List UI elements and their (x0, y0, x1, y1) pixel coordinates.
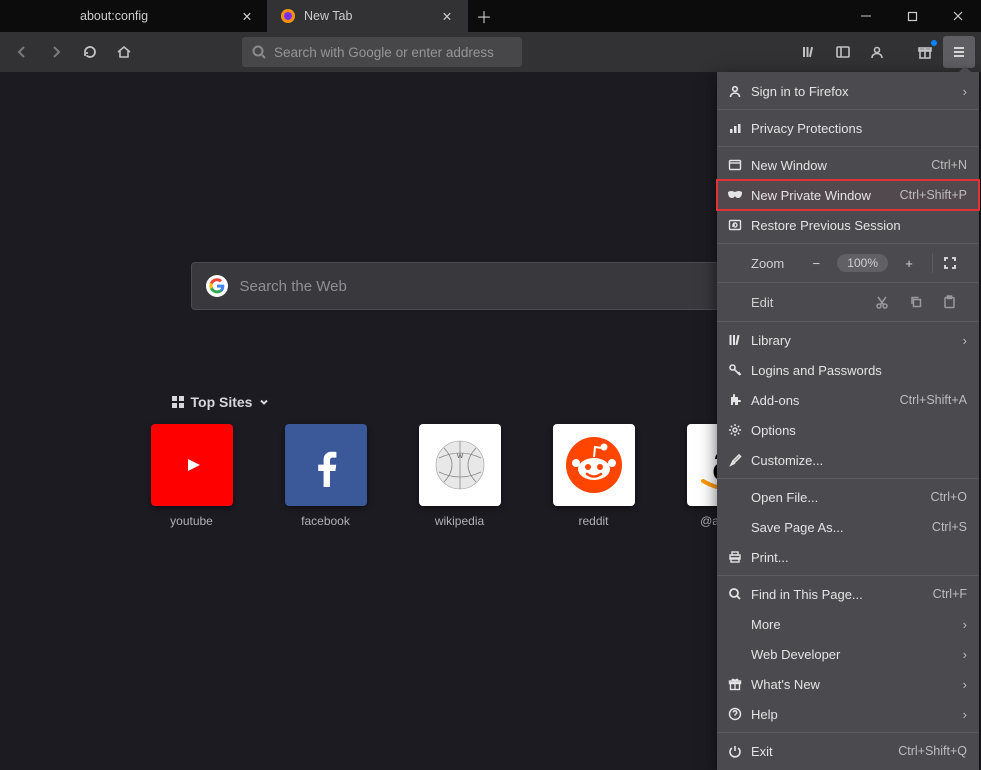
search-web-input[interactable]: Search the Web (191, 262, 791, 310)
topsite-facebook[interactable]: facebook (285, 424, 367, 528)
paste-button[interactable] (943, 295, 969, 309)
gear-icon (727, 422, 743, 438)
menu-privacy-protections[interactable]: Privacy Protections (717, 113, 979, 143)
menu-open-file[interactable]: Open File... Ctrl+O (717, 482, 979, 512)
window-controls (843, 0, 981, 32)
search-icon (727, 586, 743, 602)
close-icon[interactable]: ✕ (439, 9, 455, 24)
chevron-right-icon: › (963, 677, 967, 692)
new-tab-button[interactable]: ＋ (468, 0, 500, 32)
menu-help[interactable]: Help › (717, 699, 979, 729)
menu-restore-session[interactable]: Restore Previous Session (717, 210, 979, 240)
topsites-header[interactable]: Top Sites (171, 394, 811, 410)
toolbar: Search with Google or enter address (0, 32, 981, 72)
topsite-wikipedia[interactable]: W wikipedia (419, 424, 501, 528)
account-icon (727, 83, 743, 99)
address-placeholder: Search with Google or enter address (274, 45, 494, 60)
topsite-youtube[interactable]: youtube (151, 424, 233, 528)
menu-new-window[interactable]: New Window Ctrl+N (717, 150, 979, 180)
minimize-button[interactable] (843, 0, 889, 32)
search-placeholder: Search the Web (240, 278, 347, 295)
help-icon (727, 706, 743, 722)
power-icon (727, 743, 743, 759)
tab-label: about:config (80, 9, 231, 23)
site-label: reddit (578, 514, 608, 528)
menu-edit-row: Edit (717, 286, 979, 318)
close-icon[interactable]: ✕ (239, 9, 255, 24)
puzzle-icon (727, 392, 743, 408)
chevron-down-icon (258, 396, 270, 408)
site-label: facebook (301, 514, 350, 528)
menu-save-page[interactable]: Save Page As... Ctrl+S (717, 512, 979, 542)
gift-icon (727, 676, 743, 692)
menu-more[interactable]: More › (717, 609, 979, 639)
paintbrush-icon (727, 452, 743, 468)
window-icon (727, 157, 743, 173)
menu-whats-new[interactable]: What's New › (717, 669, 979, 699)
chevron-right-icon: › (963, 84, 967, 99)
key-icon (727, 362, 743, 378)
copy-button[interactable] (909, 295, 935, 309)
whats-new-toolbar-button[interactable] (909, 36, 941, 68)
topsite-reddit[interactable]: reddit (553, 424, 635, 528)
app-menu: Sign in to Firefox › Privacy Protections… (717, 72, 979, 770)
menu-sign-in[interactable]: Sign in to Firefox › (717, 76, 979, 106)
tab-strip: about:config ✕ New Tab ✕ ＋ (0, 0, 500, 32)
menu-exit[interactable]: Exit Ctrl+Shift+Q (717, 736, 979, 766)
menu-customize[interactable]: Customize... (717, 445, 979, 475)
tab-label: New Tab (304, 9, 431, 23)
tab-about-config[interactable]: about:config ✕ (68, 0, 268, 32)
home-button[interactable] (108, 36, 140, 68)
maximize-button[interactable] (889, 0, 935, 32)
fullscreen-button[interactable] (943, 256, 969, 270)
restore-icon (727, 217, 743, 233)
firefox-icon (280, 8, 296, 24)
search-icon (252, 45, 266, 59)
cut-button[interactable] (875, 295, 901, 309)
zoom-in-button[interactable]: + (896, 256, 922, 271)
menu-new-private-window[interactable]: New Private Window Ctrl+Shift+P (717, 180, 979, 210)
site-label: youtube (170, 514, 213, 528)
menu-library[interactable]: Library › (717, 325, 979, 355)
menu-options[interactable]: Options (717, 415, 979, 445)
close-window-button[interactable] (935, 0, 981, 32)
topsites-label: Top Sites (191, 394, 253, 410)
back-button[interactable] (6, 36, 38, 68)
menu-logins[interactable]: Logins and Passwords (717, 355, 979, 385)
chevron-right-icon: › (963, 647, 967, 662)
menu-web-developer[interactable]: Web Developer › (717, 639, 979, 669)
reload-button[interactable] (74, 36, 106, 68)
chevron-right-icon: › (963, 617, 967, 632)
menu-print[interactable]: Print... (717, 542, 979, 572)
app-menu-button[interactable] (943, 36, 975, 68)
grid-icon (171, 395, 185, 409)
google-icon (206, 275, 228, 297)
forward-button[interactable] (40, 36, 72, 68)
menu-find[interactable]: Find in This Page... Ctrl+F (717, 579, 979, 609)
menu-addons[interactable]: Add-ons Ctrl+Shift+A (717, 385, 979, 415)
titlebar: about:config ✕ New Tab ✕ ＋ (0, 0, 981, 32)
account-button[interactable] (861, 36, 893, 68)
menu-zoom-row: Zoom − 100% + (717, 247, 979, 279)
zoom-value[interactable]: 100% (837, 254, 888, 272)
print-icon (727, 549, 743, 565)
chevron-right-icon: › (963, 333, 967, 348)
address-bar[interactable]: Search with Google or enter address (242, 37, 522, 67)
library-icon (727, 332, 743, 348)
zoom-out-button[interactable]: − (803, 256, 829, 271)
chevron-right-icon: › (963, 707, 967, 722)
site-label: wikipedia (435, 514, 484, 528)
chart-icon (727, 120, 743, 136)
library-toolbar-button[interactable] (793, 36, 825, 68)
mask-icon (727, 187, 743, 203)
tab-new-tab[interactable]: New Tab ✕ (268, 0, 468, 32)
sidebar-toolbar-button[interactable] (827, 36, 859, 68)
